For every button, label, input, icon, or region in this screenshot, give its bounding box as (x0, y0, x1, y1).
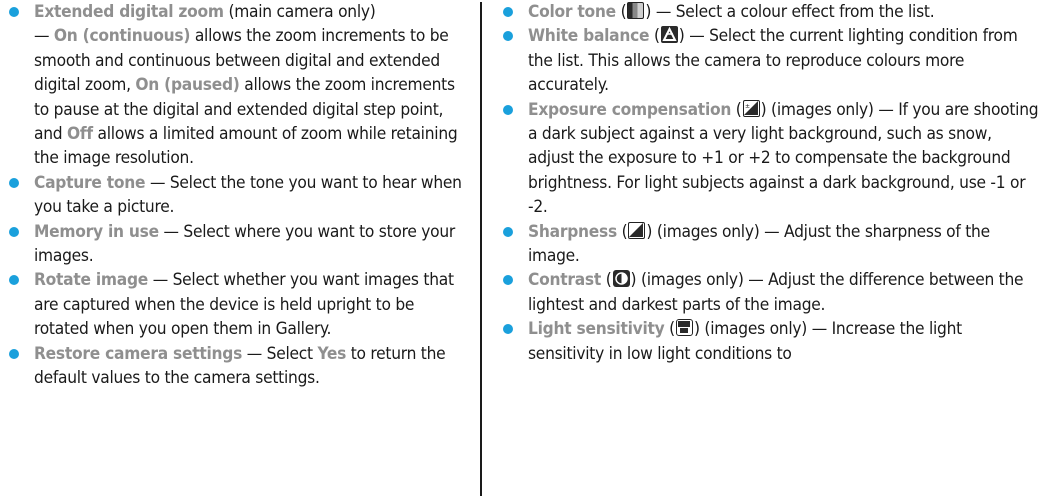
right-column: Color tone () — Select a colour effect f… (500, 0, 1040, 366)
list-item-contrast: Contrast () (images only) — Adjust the d… (500, 268, 1040, 317)
list-item-sharpness: Sharpness () (images only) — Adjust the … (500, 220, 1040, 269)
term-contrast: Contrast (528, 270, 602, 291)
exposure-icon: ± (742, 99, 760, 117)
term-memory-in-use: Memory in use (34, 221, 159, 242)
svg-text:±: ± (745, 103, 750, 110)
contrast-icon (612, 270, 630, 288)
term-sharpness: Sharpness (528, 221, 617, 242)
term-exposure-compensation: Exposure compensation (528, 99, 732, 120)
list-item-color-tone: Color tone () — Select a colour effect f… (500, 0, 1040, 24)
bullet-icon (503, 31, 513, 42)
manual-page: Extended digital zoom (main camera only)… (0, 0, 1046, 496)
list-item-light-sensitivity: Light sensitivity () (images only) — Inc… (500, 317, 1040, 366)
white-balance-icon (660, 26, 678, 44)
column-divider (480, 2, 482, 496)
iso-icon (675, 319, 693, 337)
list-item-extended-digital-zoom: Extended digital zoom (main camera only)… (6, 0, 468, 171)
bullet-icon (503, 226, 513, 237)
bullet-icon (503, 7, 513, 17)
bullet-icon (9, 275, 19, 286)
option-yes: Yes (317, 343, 347, 364)
bullet-icon (503, 275, 513, 286)
option-on-continuous: On (continuous) (53, 26, 191, 47)
right-settings-list: Color tone () — Select a colour effect f… (500, 0, 1040, 366)
bullet-icon (9, 348, 19, 359)
bullet-icon (9, 177, 19, 188)
list-item-restore-camera-settings: Restore camera settings — Select Yes to … (6, 342, 468, 391)
left-column: Extended digital zoom (main camera only)… (6, 0, 468, 391)
bullet-icon (503, 104, 513, 115)
term-white-balance: White balance (528, 26, 650, 47)
term-light-sensitivity: Light sensitivity (528, 319, 665, 340)
option-on-paused: On (paused) (135, 75, 240, 96)
left-settings-list: Extended digital zoom (main camera only)… (6, 0, 468, 391)
term-restore-camera-settings: Restore camera settings (34, 343, 243, 364)
bullet-icon (9, 7, 19, 17)
color-tone-icon (627, 2, 645, 19)
term-extended-digital-zoom: Extended digital zoom (34, 2, 224, 22)
list-item-memory-in-use: Memory in use — Select where you want to… (6, 220, 468, 269)
term-capture-tone: Capture tone (34, 172, 146, 193)
term-color-tone: Color tone (528, 2, 616, 22)
option-off: Off (67, 124, 93, 145)
list-item-rotate-image: Rotate image — Select whether you want i… (6, 268, 468, 341)
bullet-icon (9, 226, 19, 237)
list-item-capture-tone: Capture tone — Select the tone you want … (6, 171, 468, 220)
list-item-exposure-compensation: Exposure compensation (±) (images only) … (500, 98, 1040, 220)
bullet-icon (503, 324, 513, 335)
term-rotate-image: Rotate image (34, 270, 149, 291)
sharpness-icon (628, 221, 646, 239)
list-item-white-balance: White balance () — Select the current li… (500, 24, 1040, 97)
